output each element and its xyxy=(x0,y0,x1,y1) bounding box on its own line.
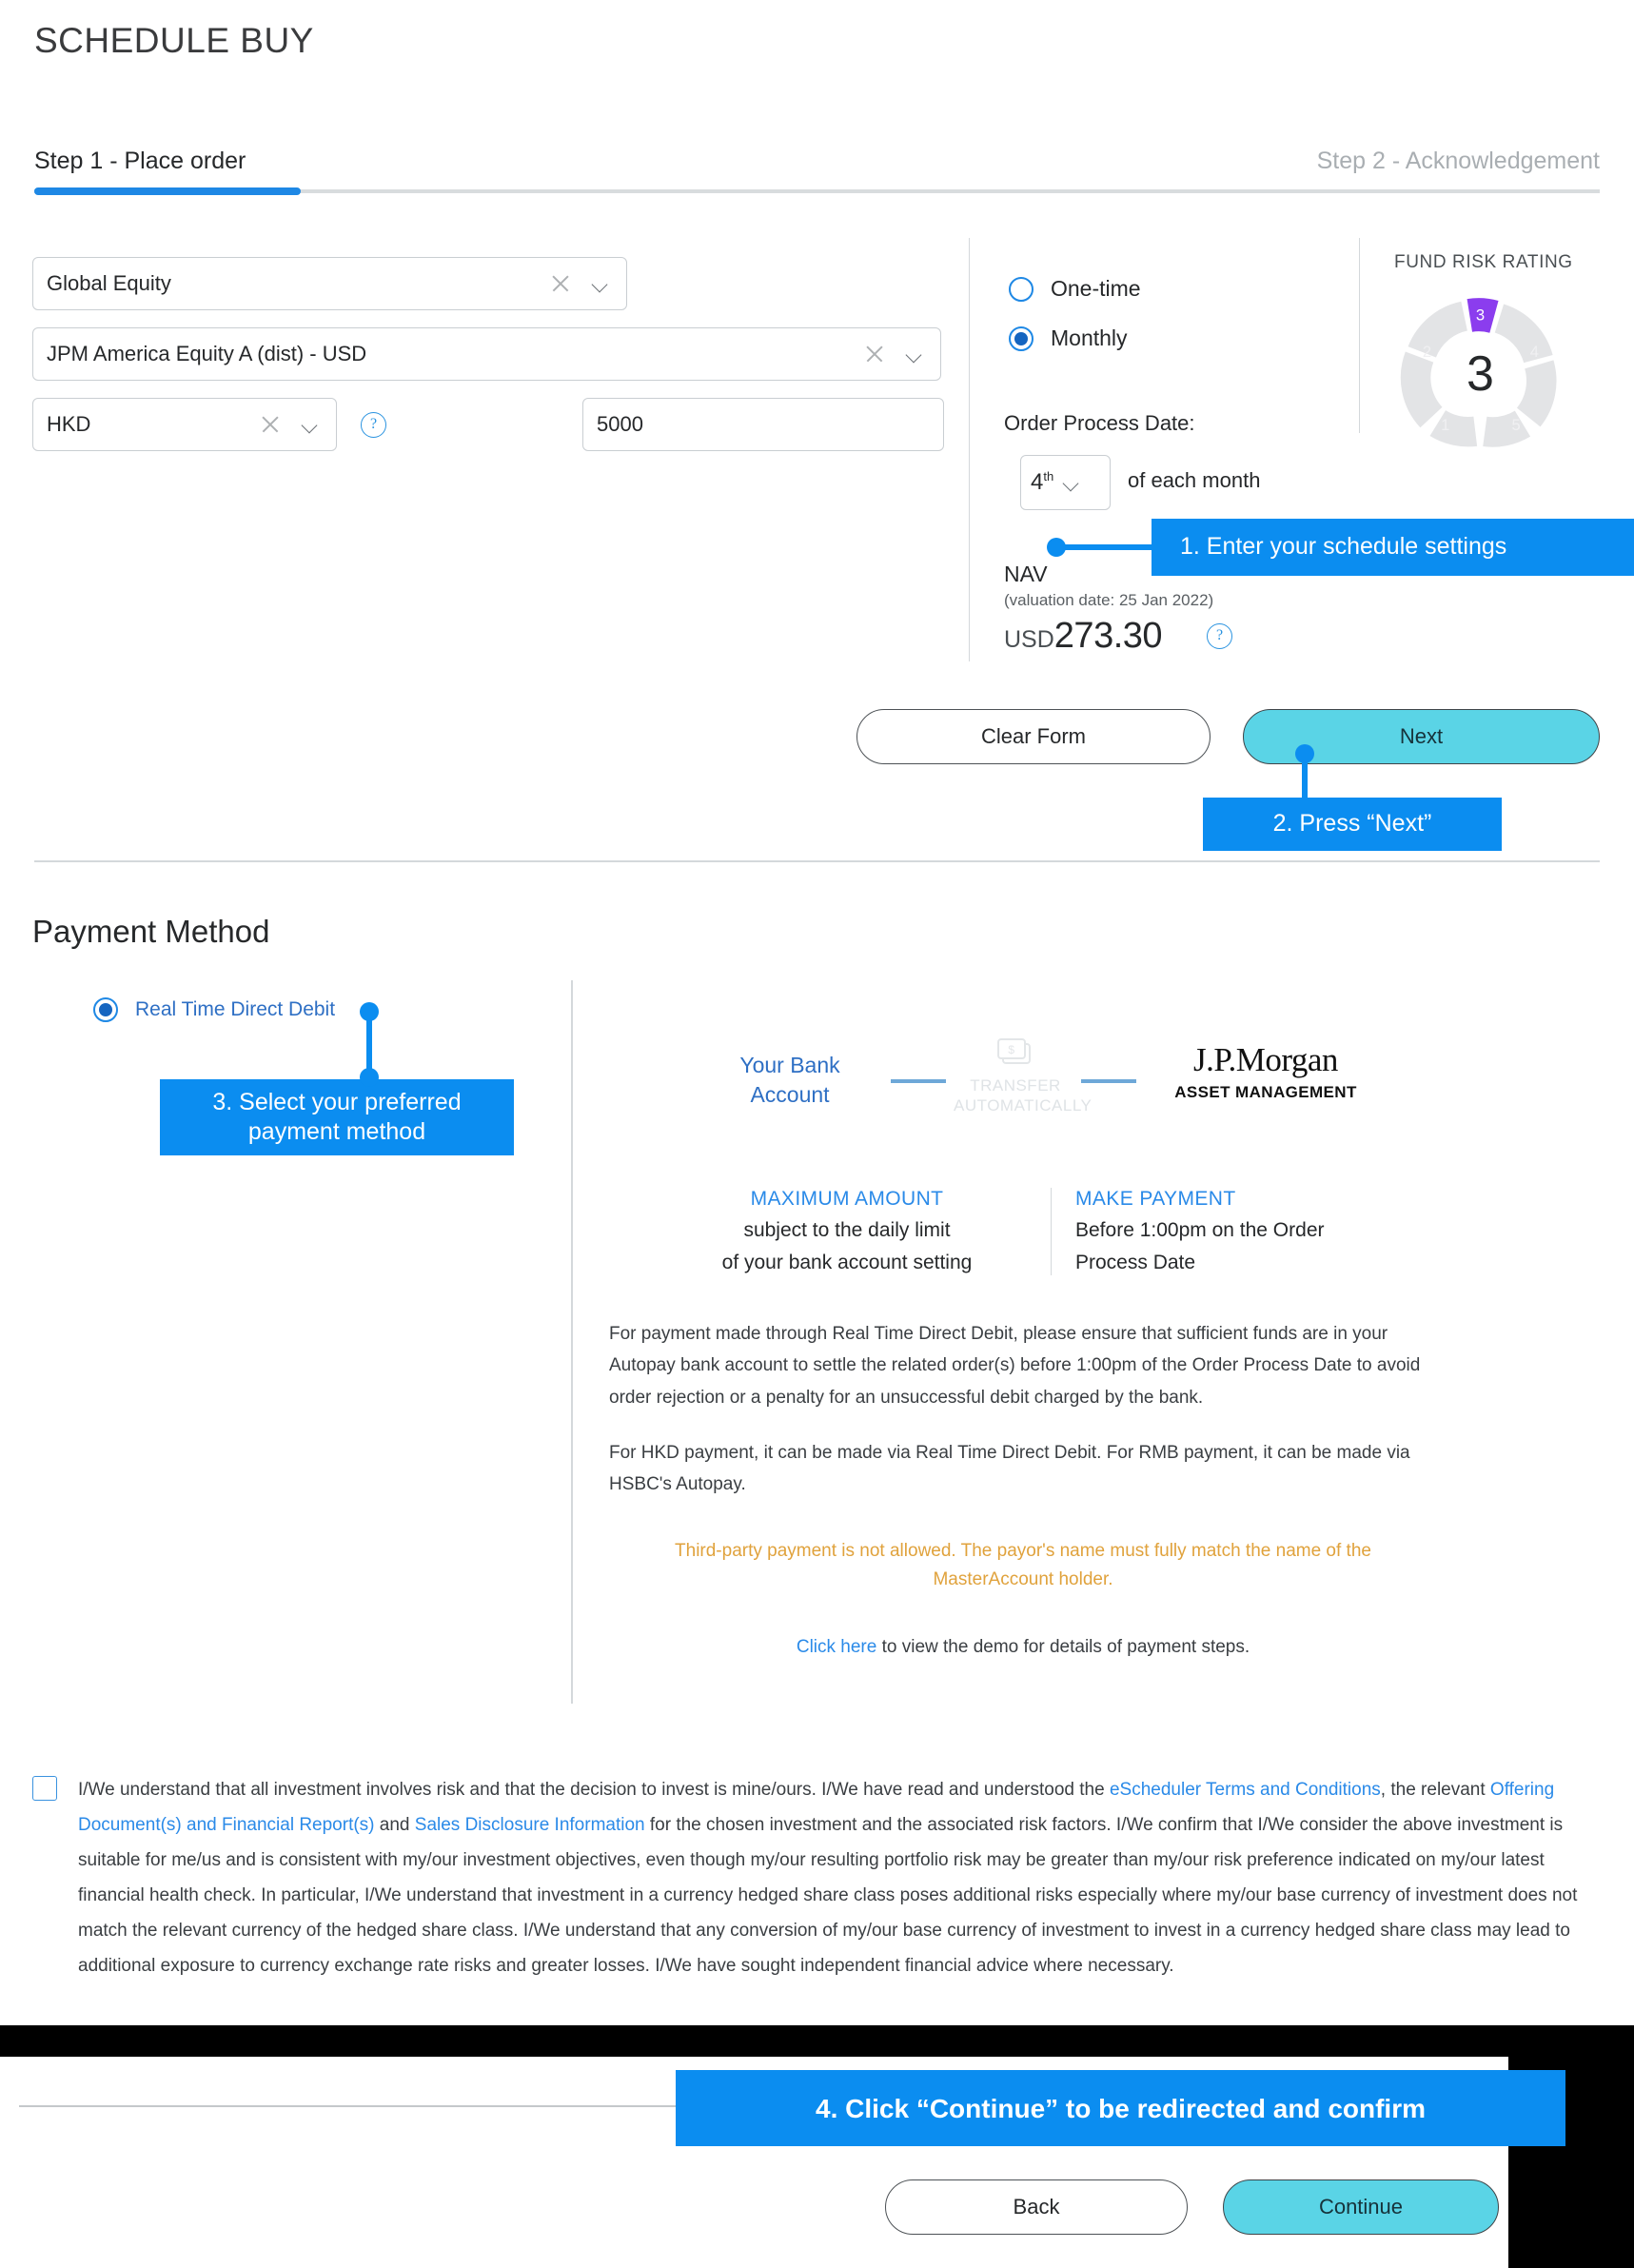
step-progress-fill xyxy=(34,187,301,195)
frequency-option-label: One-time xyxy=(1051,276,1141,301)
asset-management-wordmark: ASSET MANAGEMENT xyxy=(1174,1083,1357,1101)
nav-block: NAV (valuation date: 25 Jan 2022) USD273… xyxy=(1004,562,1213,657)
amount-value: 5000 xyxy=(597,412,643,436)
clear-form-button[interactable]: Clear Form xyxy=(856,709,1211,764)
svg-text:$: $ xyxy=(1008,1043,1014,1056)
disclaimer-link-1[interactable]: eScheduler Terms and Conditions xyxy=(1110,1780,1381,1800)
continue-button[interactable]: Continue xyxy=(1223,2179,1499,2235)
frequency-option-one-time[interactable]: One-time xyxy=(1009,276,1141,302)
demo-rest-text: to view the demo for details of payment … xyxy=(876,1637,1250,1657)
third-party-warning: Third-party payment is not allowed. The … xyxy=(675,1541,1371,1590)
payment-flow-diagram: Your Bank Account $ TRANSFER AUTOMATICAL… xyxy=(704,1037,1380,1123)
payment-paragraph-1: For payment made through Real Time Direc… xyxy=(609,1324,1421,1408)
disclaimer-checkbox[interactable] xyxy=(32,1776,57,1801)
payment-demo-line: Click here to view the demo for details … xyxy=(628,1637,1418,1658)
callout-1-leader xyxy=(1056,544,1156,550)
payment-method-title: Payment Method xyxy=(32,914,270,949)
currency-select[interactable]: HKD xyxy=(32,398,337,451)
callout-1-dot xyxy=(1047,538,1066,557)
disclaimer-text-run-4: and xyxy=(374,1815,415,1836)
flow-middle: $ TRANSFER AUTOMATICALLY xyxy=(954,1037,1093,1116)
fund-risk-rating-title: FUND RISK RATING xyxy=(1394,252,1573,272)
currency-help-icon[interactable]: ? xyxy=(361,412,386,438)
flow-middle-line2: AUTOMATICALLY xyxy=(954,1096,1093,1115)
radio-icon-selected[interactable] xyxy=(1009,325,1034,351)
flow-source: Your Bank Account xyxy=(704,1051,876,1110)
tab-step-2[interactable]: Step 2 - Acknowledgement xyxy=(1317,148,1600,175)
callout-4: 4. Click “Continue” to be redirected and… xyxy=(676,2070,1565,2146)
detail-heading: MAKE PAYMENT xyxy=(1075,1188,1236,1210)
flow-source-line2: Account xyxy=(750,1082,830,1108)
detail-body: subject to the daily limit of your bank a… xyxy=(721,1219,973,1273)
fund-risk-rating-value: 3 xyxy=(1467,345,1494,402)
order-process-date-label: Order Process Date: xyxy=(1004,411,1195,435)
chevron-down-icon[interactable] xyxy=(902,342,927,366)
payment-detail-make-payment: MAKE PAYMENT Before 1:00pm on the Order P… xyxy=(1075,1188,1399,1278)
nav-value: USD273.30 xyxy=(1004,616,1213,657)
fund-category-value: Global Equity xyxy=(47,271,171,295)
nav-valuation-date: (valuation date: 25 Jan 2022) xyxy=(1004,591,1214,609)
callout-3: 3. Select your preferred payment method xyxy=(160,1079,514,1155)
black-band xyxy=(0,2025,1634,2057)
chevron-down-icon[interactable] xyxy=(1059,470,1080,495)
fund-name-select[interactable]: JPM America Equity A (dist) - USD xyxy=(32,327,941,381)
payment-vertical-divider xyxy=(571,980,573,1704)
step-indicator: Step 1 - Place order Step 2 - Acknowledg… xyxy=(34,148,1600,195)
close-icon[interactable] xyxy=(548,271,573,296)
page-title: SCHEDULE BUY xyxy=(34,21,314,60)
chevron-down-icon[interactable] xyxy=(298,412,323,437)
back-button[interactable]: Back xyxy=(885,2179,1188,2235)
detail-heading: MAXIMUM AMOUNT xyxy=(750,1188,944,1210)
flow-connector-1 xyxy=(891,1079,946,1083)
vertical-divider-left xyxy=(969,238,970,661)
section-separator xyxy=(34,860,1600,862)
close-icon[interactable] xyxy=(258,412,283,437)
disclaimer-link-5[interactable]: Sales Disclosure Information xyxy=(415,1815,645,1835)
schedule-buy-page: SCHEDULE BUY Step 1 - Place order Step 2… xyxy=(0,0,1634,2268)
flow-middle-line1: TRANSFER xyxy=(970,1076,1061,1095)
radio-icon-selected[interactable] xyxy=(93,997,118,1022)
currency-value: HKD xyxy=(47,412,91,436)
payment-option-real-time-direct-debit[interactable]: Real Time Direct Debit xyxy=(93,997,335,1022)
detail-column-divider xyxy=(1051,1188,1053,1275)
payment-option-label: Real Time Direct Debit xyxy=(135,998,336,1020)
disclaimer-text: I/We understand that all investment invo… xyxy=(78,1772,1603,1983)
close-icon[interactable] xyxy=(862,342,887,366)
amount-input[interactable]: 5000 xyxy=(582,398,944,451)
vertical-divider-risk xyxy=(1359,238,1360,433)
of-each-month-label: of each month xyxy=(1128,468,1261,492)
radio-icon[interactable] xyxy=(1009,276,1034,302)
callout-3-dot-top xyxy=(360,1002,379,1021)
frequency-option-label: Monthly xyxy=(1051,325,1128,350)
order-process-day-select[interactable]: 4th xyxy=(1020,455,1111,510)
callout-2: 2. Press “Next” xyxy=(1203,798,1502,851)
disclaimer-text-run-0: I/We understand that all investment invo… xyxy=(78,1780,1110,1800)
demo-link[interactable]: Click here xyxy=(797,1637,876,1657)
nav-amount: 273.30 xyxy=(1053,616,1163,656)
fund-name-value: JPM America Equity A (dist) - USD xyxy=(47,342,367,365)
chevron-down-icon[interactable] xyxy=(588,271,613,296)
disclaimer-text-run-2: , the relevant xyxy=(1380,1780,1490,1800)
jpmorgan-wordmark: J.P.Morgan xyxy=(1193,1041,1338,1078)
disclaimer-block: I/We understand that all investment invo… xyxy=(32,1772,1603,1983)
order-process-day-value: 4th xyxy=(1031,469,1054,495)
tab-step-1[interactable]: Step 1 - Place order xyxy=(34,148,246,175)
callout-3-dot-bottom xyxy=(360,1068,379,1087)
flow-destination-logo: J.P.Morgan ASSET MANAGEMENT xyxy=(1152,1041,1380,1102)
flow-connector-2 xyxy=(1081,1079,1136,1083)
flow-source-line1: Your Bank xyxy=(739,1053,840,1077)
payment-detail-max-amount: MAXIMUM AMOUNT subject to the daily limi… xyxy=(666,1188,1028,1278)
payment-paragraph-2: For HKD payment, it can be made via Real… xyxy=(609,1443,1410,1495)
banknotes-icon: $ xyxy=(994,1037,1037,1070)
callout-2-dot xyxy=(1295,744,1314,763)
disclaimer-text-run-6: for the chosen investment and the associ… xyxy=(78,1815,1578,1977)
nav-help-icon[interactable]: ? xyxy=(1207,623,1232,649)
detail-body: Before 1:00pm on the Order Process Date xyxy=(1075,1219,1325,1273)
payment-detail-columns: MAXIMUM AMOUNT subject to the daily limi… xyxy=(666,1188,1427,1283)
frequency-option-monthly[interactable]: Monthly xyxy=(1009,325,1128,351)
fund-category-select[interactable]: Global Equity xyxy=(32,257,627,310)
nav-currency: USD xyxy=(1004,626,1054,653)
callout-1: 1. Enter your schedule settings xyxy=(1152,519,1634,576)
